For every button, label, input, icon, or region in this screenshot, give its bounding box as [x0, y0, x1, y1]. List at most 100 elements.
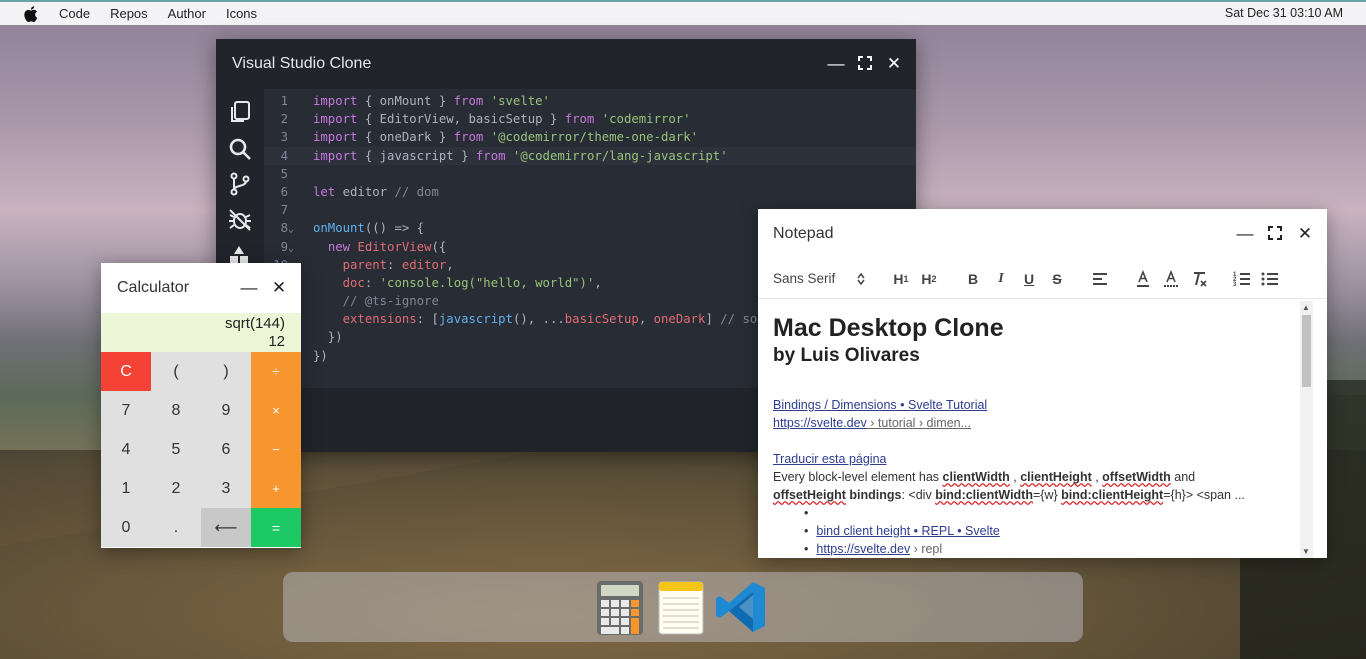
- calculator-app-icon[interactable]: [593, 578, 649, 636]
- digit-6-key[interactable]: 6: [201, 430, 251, 469]
- scroll-thumb[interactable]: [1302, 315, 1311, 387]
- close-paren-key[interactable]: ): [201, 352, 251, 391]
- code-token: ,: [446, 257, 454, 272]
- digit-1-key[interactable]: 1: [101, 469, 151, 508]
- align-icon[interactable]: [1090, 269, 1110, 289]
- italic-icon[interactable]: I: [991, 269, 1011, 289]
- maximize-icon[interactable]: [1267, 225, 1283, 241]
- code-line[interactable]: 1 import { onMount } from 'svelte': [264, 92, 916, 110]
- digit-3-key[interactable]: 3: [201, 469, 251, 508]
- menu-item-code[interactable]: Code: [59, 6, 90, 21]
- copy-icon[interactable]: [227, 99, 253, 125]
- apple-logo-icon[interactable]: [24, 5, 38, 22]
- bullet-list-icon[interactable]: [1260, 269, 1280, 289]
- digit-8-key[interactable]: 8: [151, 391, 201, 430]
- scroll-up-icon[interactable]: ▲: [1302, 303, 1310, 312]
- url-path: › repl: [910, 542, 943, 556]
- text-span: and: [1170, 470, 1196, 484]
- code-token: from: [453, 94, 484, 108]
- debug-icon[interactable]: [227, 207, 253, 233]
- code-token: oneDark: [653, 312, 706, 327]
- menu-item-repos[interactable]: Repos: [110, 6, 148, 21]
- code-line[interactable]: 2 import { EditorView, basicSetup } from …: [264, 110, 916, 128]
- minimize-icon[interactable]: —: [828, 55, 845, 72]
- code-line[interactable]: 6 let editor // dom: [264, 183, 916, 201]
- divide-key[interactable]: ÷: [251, 352, 301, 391]
- backspace-key[interactable]: ⟵: [201, 508, 251, 547]
- minimize-icon[interactable]: —: [1237, 225, 1254, 242]
- code-text: import { javascript } from '@codemirror/…: [313, 149, 728, 163]
- code-text: parent: editor,: [313, 258, 454, 272]
- clear-key[interactable]: C: [101, 352, 151, 391]
- maximize-icon[interactable]: [857, 55, 873, 71]
- code-token: // @ts-ignore: [342, 294, 439, 309]
- close-icon[interactable]: ✕: [1297, 225, 1313, 242]
- heading1-icon[interactable]: H1: [891, 269, 911, 289]
- vscode-titlebar[interactable]: Visual Studio Clone: [216, 39, 916, 89]
- link-bind-client-height[interactable]: bind client height • REPL • Svelte: [816, 524, 999, 538]
- add-key[interactable]: +: [251, 469, 301, 508]
- subtract-key[interactable]: −: [251, 430, 301, 469]
- text-color-icon[interactable]: [1133, 269, 1153, 289]
- window-title: Calculator: [117, 279, 190, 296]
- link-bindings-tutorial[interactable]: Bindings / Dimensions • Svelte Tutorial: [773, 398, 987, 412]
- code-text: let editor // dom: [313, 185, 439, 199]
- clear-format-icon[interactable]: [1189, 269, 1209, 289]
- url-path[interactable]: › tutorial › dimen...: [867, 416, 971, 430]
- code-token: 'svelte': [490, 94, 550, 108]
- line-number: 9: [280, 239, 288, 254]
- url-svelte-repl-host[interactable]: https://svelte.dev: [816, 542, 910, 556]
- heading2-icon[interactable]: H2: [919, 269, 939, 289]
- font-select[interactable]: Sans Serif: [773, 271, 883, 286]
- code-word: clientWidth: [942, 470, 1010, 484]
- code-line[interactable]: 4 import { javascript } from '@codemirror…: [264, 146, 916, 165]
- window-controls: — ✕: [241, 279, 287, 296]
- code-line[interactable]: 3 import { oneDark } from '@codemirror/th…: [264, 128, 916, 146]
- ordered-list-icon[interactable]: 123: [1232, 269, 1252, 289]
- background-color-icon[interactable]: [1161, 269, 1181, 289]
- notepad-content[interactable]: Mac Desktop Clone by Luis Olivares Bindi…: [758, 301, 1310, 558]
- git-branch-icon[interactable]: [227, 171, 253, 197]
- digit-4-key[interactable]: 4: [101, 430, 151, 469]
- search-icon[interactable]: [227, 136, 253, 162]
- scroll-down-icon[interactable]: ▼: [1302, 547, 1310, 556]
- minimize-icon[interactable]: —: [241, 279, 258, 296]
- code-token: '@codemirror/lang-javascript': [512, 148, 728, 163]
- code-word: clientHeight: [1020, 470, 1092, 484]
- digit-7-key[interactable]: 7: [101, 391, 151, 430]
- digit-5-key[interactable]: 5: [151, 430, 201, 469]
- line-number: 5: [280, 166, 288, 181]
- code-token: from: [453, 130, 484, 145]
- url-svelte-host[interactable]: https://svelte.dev: [773, 416, 867, 430]
- calculator-result: 12: [268, 333, 285, 350]
- bold-icon[interactable]: B: [963, 269, 983, 289]
- calculator-expression: sqrt(144): [224, 315, 285, 332]
- vscode-app-icon[interactable]: [713, 578, 769, 636]
- close-icon[interactable]: ✕: [271, 279, 287, 296]
- code-token: editor: [335, 184, 395, 199]
- menu-item-icons[interactable]: Icons: [226, 6, 257, 21]
- multiply-key[interactable]: ×: [251, 391, 301, 430]
- code-line[interactable]: 5: [264, 165, 916, 183]
- notepad-app-icon[interactable]: [653, 578, 709, 636]
- code-token: { javascript }: [357, 148, 476, 163]
- underline-icon[interactable]: U: [1019, 269, 1039, 289]
- menu-item-author[interactable]: Author: [168, 6, 206, 21]
- notepad-window: Notepad — ✕ Sans Serif H1 H2 B I U S 123…: [758, 209, 1327, 558]
- close-icon[interactable]: ✕: [886, 55, 902, 72]
- scrollbar[interactable]: ▲ ▼: [1300, 301, 1313, 558]
- digit-9-key[interactable]: 9: [201, 391, 251, 430]
- equals-key[interactable]: =: [251, 508, 301, 547]
- code-token: 'codemirror': [601, 112, 691, 127]
- digit-2-key[interactable]: 2: [151, 469, 201, 508]
- open-paren-key[interactable]: (: [151, 352, 201, 391]
- link-translate[interactable]: Traducir esta página: [773, 452, 887, 466]
- decimal-key[interactable]: .: [151, 508, 201, 547]
- strikethrough-icon[interactable]: S: [1047, 269, 1067, 289]
- line-number: 6: [280, 184, 288, 199]
- digit-0-key[interactable]: 0: [101, 508, 151, 547]
- code-token: ,: [638, 312, 654, 327]
